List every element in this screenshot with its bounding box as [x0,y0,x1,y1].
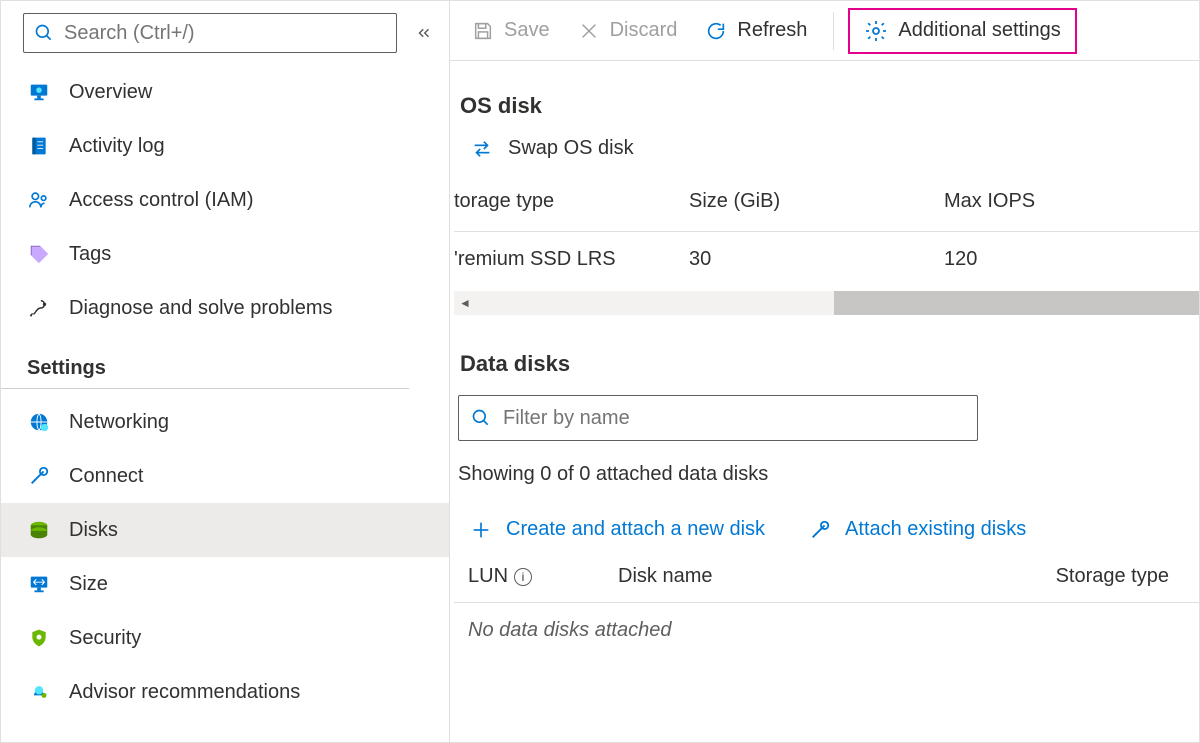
main-pane: Save Discard Refresh Additional settings… [450,1,1199,742]
diagnose-icon [27,296,51,320]
filter-input-wrapper[interactable] [458,395,978,441]
filter-input[interactable] [501,406,965,431]
data-disks-heading: Data disks [454,351,1199,377]
collapse-sidebar-button[interactable] [409,18,439,48]
overview-icon [27,80,51,104]
discard-button[interactable]: Discard [566,12,690,50]
os-disk-heading: OS disk [454,93,1199,119]
os-cell-iops: 120 [944,232,1199,290]
sidebar-item-tags[interactable]: Tags [1,227,449,281]
info-icon[interactable]: i [514,568,532,586]
connect-icon [27,464,51,488]
os-col-size: Size (GiB) [689,190,944,232]
tags-icon [27,242,51,266]
nav-label: Disks [69,519,118,542]
button-label: Save [504,19,550,42]
os-disk-row[interactable]: 'remium SSD LRS 30 120 [454,232,1199,290]
advisor-icon [27,680,51,704]
button-label: Refresh [737,19,807,42]
horizontal-scrollbar[interactable]: ◄ [454,291,1199,315]
toolbar: Save Discard Refresh Additional settings [450,1,1199,61]
button-label: Additional settings [898,19,1060,42]
attach-disk-button[interactable]: Attach existing disks [809,518,1026,541]
os-cell-size: 30 [689,232,944,290]
swap-icon [470,138,494,160]
sidebar-item-activity-log[interactable]: Activity log [1,119,449,173]
nav-label: Connect [69,465,144,488]
os-col-storage: torage type [454,190,689,232]
nav-label: Access control (IAM) [69,189,253,212]
os-disk-table: torage type Size (GiB) Max IOPS 'remium … [454,190,1199,289]
data-disks-table: LUNi Disk name Storage type [454,565,1199,603]
sidebar-item-connect[interactable]: Connect [1,449,449,503]
sidebar-item-overview[interactable]: Overview [1,65,449,119]
attach-icon [809,519,831,541]
sidebar-item-security[interactable]: Security [1,611,449,665]
os-cell-storage: 'remium SSD LRS [454,232,689,290]
search-icon [471,408,491,428]
dd-col-name: Disk name [604,565,984,603]
size-icon [27,572,51,596]
nav-label: Overview [69,81,152,104]
scroll-left-icon[interactable]: ◄ [454,291,476,315]
refresh-button[interactable]: Refresh [693,12,819,50]
sidebar-item-advisor[interactable]: Advisor recommendations [1,665,449,719]
nav-label: Size [69,573,108,596]
plus-icon [470,519,492,541]
sidebar-item-iam[interactable]: Access control (IAM) [1,173,449,227]
iam-icon [27,188,51,212]
nav-label: Security [69,627,141,650]
search-input[interactable] [62,21,386,46]
save-button[interactable]: Save [460,12,562,50]
disks-icon [27,518,51,542]
chevron-double-left-icon [415,24,433,42]
sidebar-item-disks[interactable]: Disks [1,503,449,557]
sidebar-section-settings: Settings [1,335,409,389]
search-input-wrapper[interactable] [23,13,397,53]
create-disk-button[interactable]: Create and attach a new disk [470,518,765,541]
additional-settings-button[interactable]: Additional settings [848,8,1076,54]
networking-icon [27,410,51,434]
discard-icon [578,20,600,42]
nav-label: Tags [69,243,111,266]
nav-label: Activity log [69,135,165,158]
nav-label: Advisor recommendations [69,681,300,704]
gear-icon [864,19,888,43]
link-label: Attach existing disks [845,518,1026,541]
dd-col-storage: Storage type [984,565,1199,603]
save-icon [472,20,494,42]
link-label: Create and attach a new disk [506,518,765,541]
os-col-iops: Max IOPS [944,190,1199,232]
sidebar-item-size[interactable]: Size [1,557,449,611]
toolbar-separator [833,12,834,50]
button-label: Discard [610,19,678,42]
no-data-text: No data disks attached [454,603,1199,642]
sidebar-item-diagnose[interactable]: Diagnose and solve problems [1,281,449,335]
sidebar: Overview Activity log Access control (IA… [1,1,450,742]
swap-label: Swap OS disk [508,137,634,160]
dd-col-lun: LUNi [454,565,604,603]
refresh-icon [705,20,727,42]
nav-label: Networking [69,411,169,434]
activity-log-icon [27,134,51,158]
showing-text: Showing 0 of 0 attached data disks [454,441,1199,486]
search-icon [34,23,54,43]
nav-label: Diagnose and solve problems [69,297,333,320]
sidebar-item-networking[interactable]: Networking [1,395,449,449]
security-icon [27,626,51,650]
swap-os-disk-button[interactable]: Swap OS disk [454,137,1199,160]
